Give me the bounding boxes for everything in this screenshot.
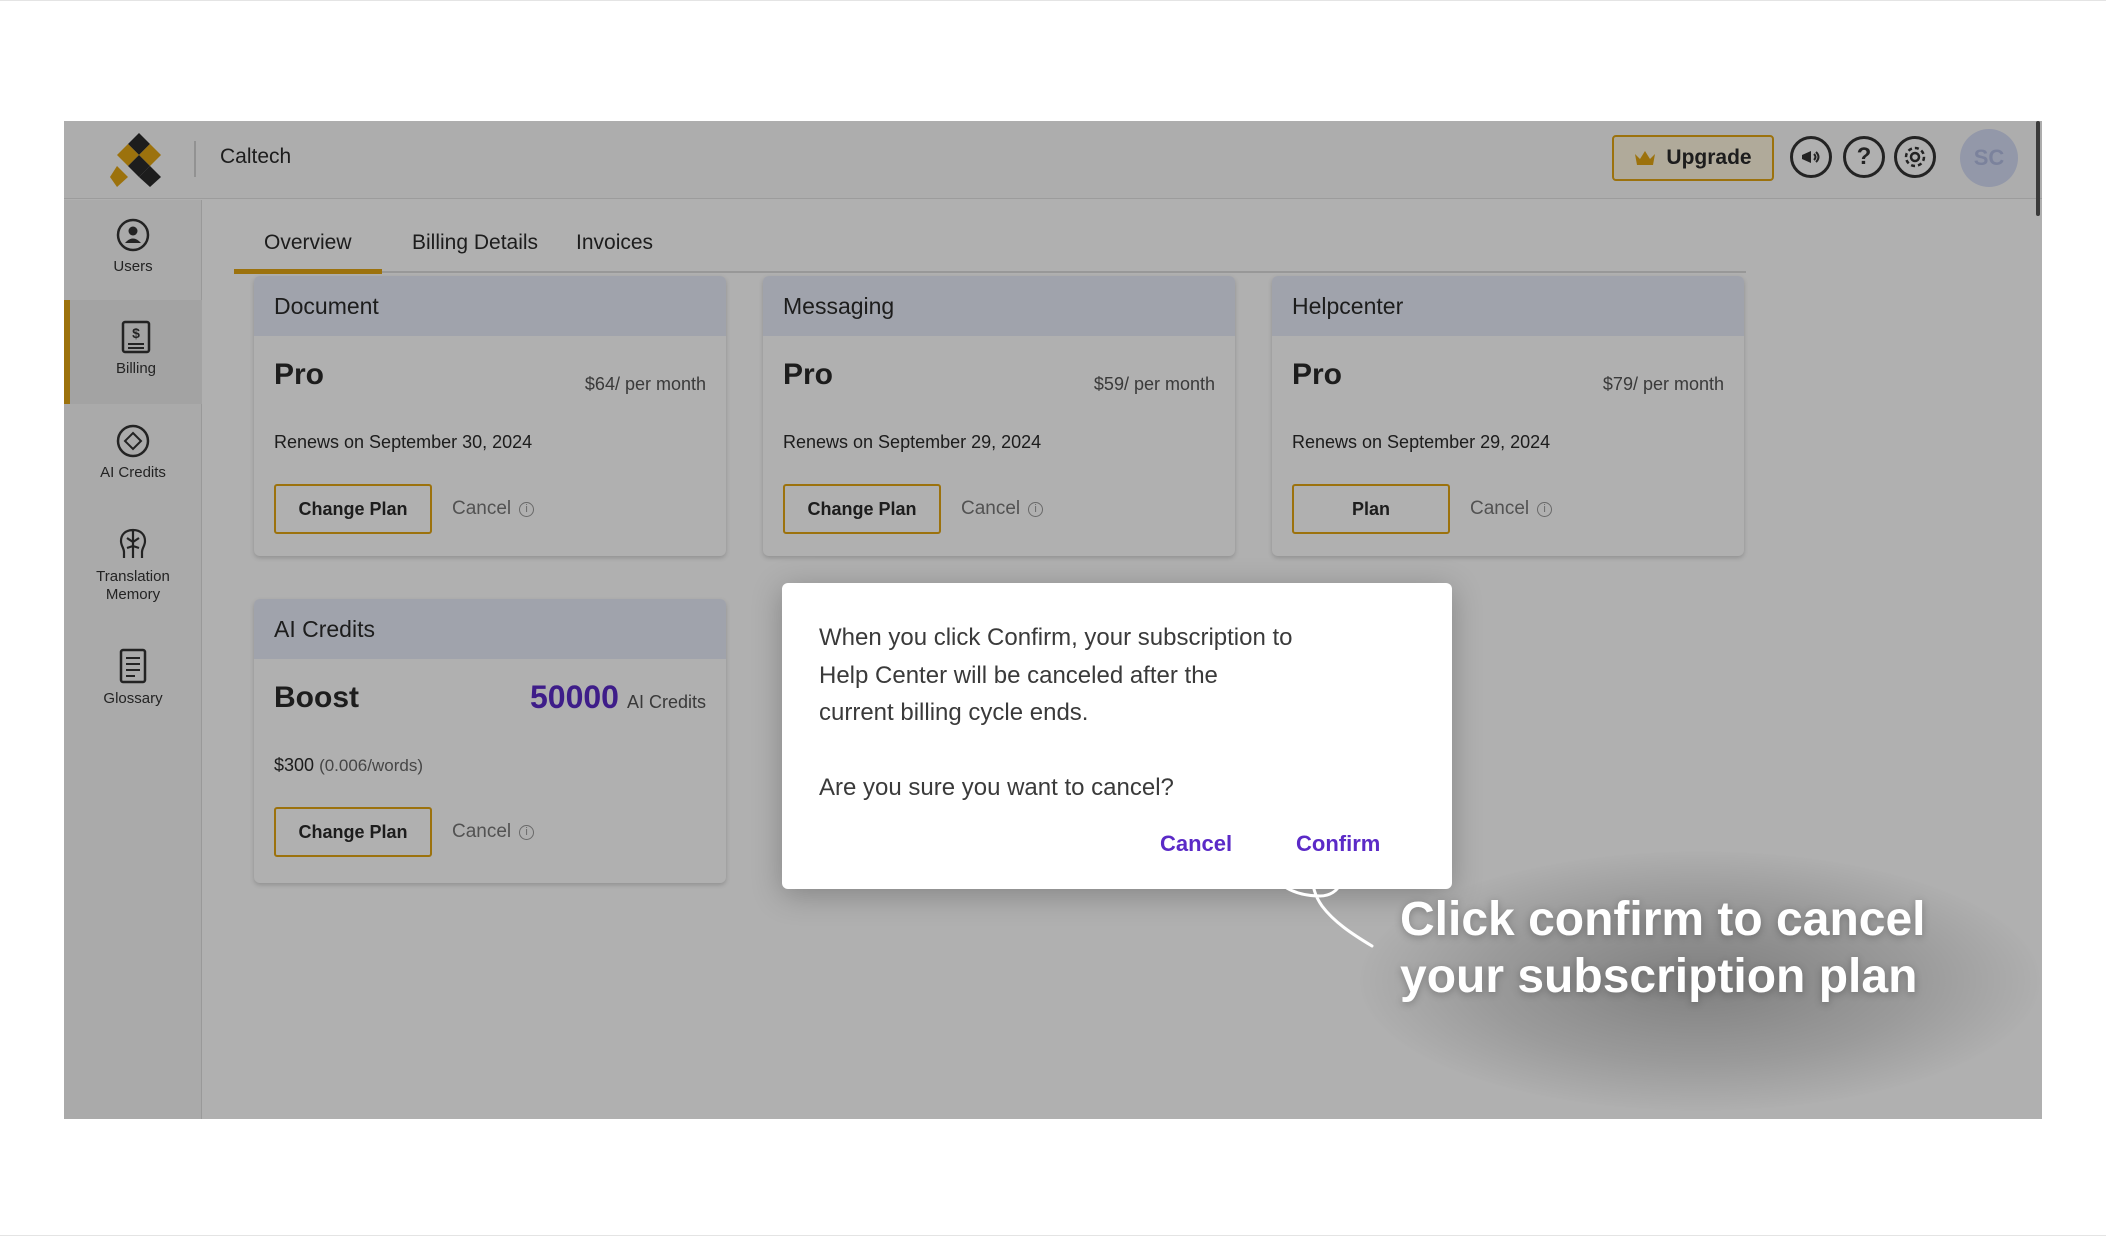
callout-text: Click confirm to cancel your subscriptio…	[1400, 891, 2000, 1005]
callout-line: your subscription plan	[1400, 950, 1918, 1003]
dialog-question: Are you sure you want to cancel?	[819, 774, 1174, 801]
dialog-message: When you click Confirm, your subscriptio…	[819, 624, 1293, 726]
dialog-cancel-button[interactable]: Cancel	[1160, 831, 1232, 857]
annotation-arrow-icon	[1241, 790, 1374, 948]
callout-line: Click confirm to cancel	[1400, 893, 1926, 946]
page: Caltech Upgrade ? SC Users $ Billing AI …	[0, 0, 2106, 1236]
